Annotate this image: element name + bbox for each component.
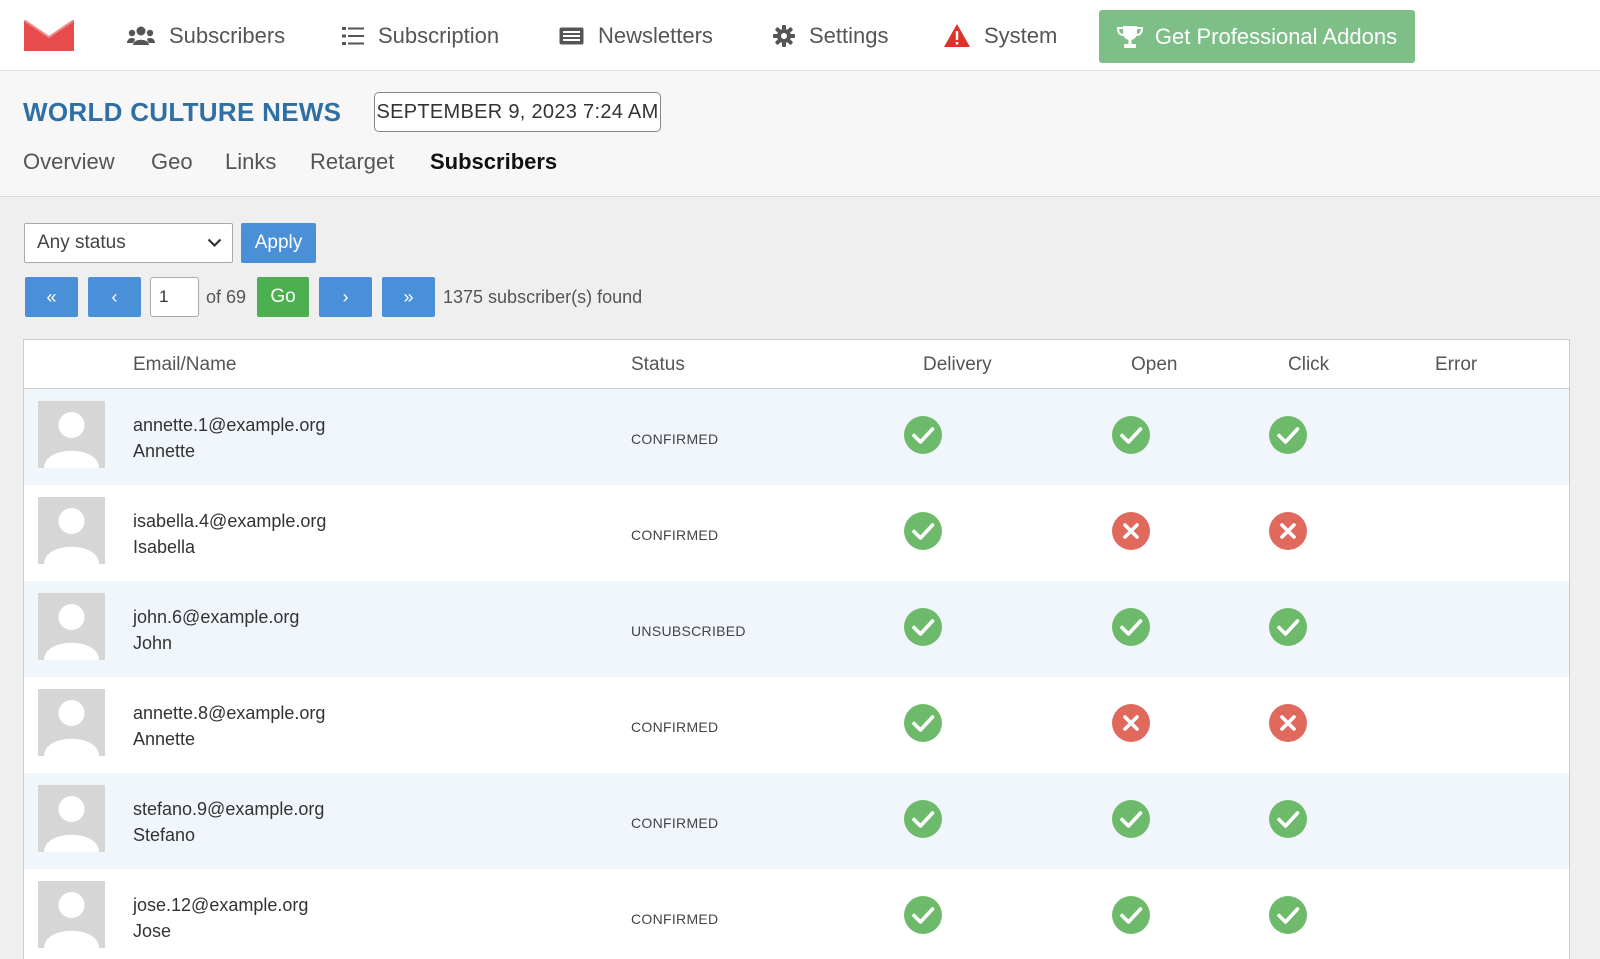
subscriber-email[interactable]: stefano.9@example.org xyxy=(133,799,324,820)
status-badge: CONFIRMED xyxy=(631,719,719,735)
column-header-delivery[interactable]: Delivery xyxy=(923,354,992,376)
gear-icon xyxy=(773,24,795,47)
tab-subscribers[interactable]: Subscribers xyxy=(430,149,557,175)
table-row[interactable]: john.6@example.org John UNSUBSCRIBED xyxy=(24,581,1569,677)
top-navigation: Subscribers Subscription Newsletters Set… xyxy=(0,0,1600,71)
nav-subscribers[interactable]: Subscribers xyxy=(127,0,285,71)
column-header-click[interactable]: Click xyxy=(1288,354,1329,376)
table-row[interactable]: stefano.9@example.org Stefano CONFIRMED xyxy=(24,773,1569,869)
avatar xyxy=(38,881,105,948)
list-icon xyxy=(342,26,364,45)
status-badge: CONFIRMED xyxy=(631,815,719,831)
open-fail-icon xyxy=(1111,703,1151,743)
avatar xyxy=(38,593,105,660)
delivery-success-icon xyxy=(903,607,943,647)
subscriber-email[interactable]: annette.1@example.org xyxy=(133,415,325,436)
users-icon xyxy=(127,26,155,45)
newsletter-header: WORLD CULTURE NEWS SEPTEMBER 9, 2023 7:2… xyxy=(0,71,1600,197)
nav-newsletters[interactable]: Newsletters xyxy=(559,0,713,71)
page-count-text: of 69 xyxy=(206,287,247,307)
avatar xyxy=(38,401,105,468)
status-badge: CONFIRMED xyxy=(631,527,719,543)
open-success-icon xyxy=(1111,799,1151,839)
tab-geo[interactable]: Geo xyxy=(151,149,193,175)
subscriber-email[interactable]: john.6@example.org xyxy=(133,607,299,628)
tab-retarget[interactable]: Retarget xyxy=(310,149,394,175)
subscriber-email[interactable]: annette.8@example.org xyxy=(133,703,325,724)
results-count: 1375 subscriber(s) found xyxy=(443,287,643,307)
delivery-success-icon xyxy=(903,895,943,935)
table-row[interactable]: isabella.4@example.org Isabella CONFIRMED xyxy=(24,485,1569,581)
prev-page-button[interactable]: ‹ xyxy=(88,277,141,317)
open-success-icon xyxy=(1111,607,1151,647)
click-success-icon xyxy=(1268,895,1308,935)
nav-settings[interactable]: Settings xyxy=(773,0,889,71)
delivery-success-icon xyxy=(903,511,943,551)
trophy-icon xyxy=(1116,25,1143,48)
addons-label: Get Professional Addons xyxy=(1154,23,1398,49)
nav-label: Newsletters xyxy=(598,22,713,48)
last-page-button[interactable]: » xyxy=(382,277,435,317)
tab-overview[interactable]: Overview xyxy=(23,149,115,175)
subscriber-name: Isabella xyxy=(133,537,196,557)
table-row[interactable]: annette.1@example.org Annette CONFIRMED xyxy=(24,389,1569,485)
chevron-down-icon xyxy=(207,238,222,248)
column-header-email[interactable]: Email/Name xyxy=(133,354,236,376)
page-number-input[interactable] xyxy=(150,277,199,317)
table-row[interactable]: jose.12@example.org Jose CONFIRMED xyxy=(24,869,1569,959)
delivery-success-icon xyxy=(903,799,943,839)
subscriber-email[interactable]: isabella.4@example.org xyxy=(133,511,326,532)
tab-links[interactable]: Links xyxy=(225,149,276,175)
nav-subscription[interactable]: Subscription xyxy=(342,0,499,71)
subscriber-name: Stefano xyxy=(133,825,196,845)
newsletter-date-badge: SEPTEMBER 9, 2023 7:24 AM xyxy=(374,92,661,132)
subscriber-name: Jose xyxy=(133,921,172,941)
newsletter-title: WORLD CULTURE NEWS xyxy=(23,97,342,127)
apply-button[interactable]: Apply xyxy=(241,223,316,263)
nav-label: System xyxy=(984,22,1058,48)
nav-label: Subscription xyxy=(378,22,500,48)
next-page-button[interactable]: › xyxy=(319,277,372,317)
first-page-button[interactable]: « xyxy=(25,277,78,317)
open-fail-icon xyxy=(1111,511,1151,551)
subscriber-name: Annette xyxy=(133,729,196,749)
delivery-success-icon xyxy=(903,703,943,743)
status-filter-select[interactable]: Any status xyxy=(24,223,233,263)
click-success-icon xyxy=(1268,799,1308,839)
status-select-value: Any status xyxy=(37,232,126,253)
delivery-success-icon xyxy=(903,415,943,455)
subscriber-email[interactable]: jose.12@example.org xyxy=(133,895,308,916)
get-addons-button[interactable]: Get Professional Addons xyxy=(1099,10,1415,63)
nav-label: Subscribers xyxy=(169,22,286,48)
click-fail-icon xyxy=(1268,511,1308,551)
column-header-status[interactable]: Status xyxy=(631,354,685,376)
mail-logo-icon[interactable] xyxy=(24,20,74,51)
column-header-error[interactable]: Error xyxy=(1435,354,1477,376)
subscribers-table: Email/Name Status Delivery Open Click Er… xyxy=(23,339,1570,959)
subscriber-name: Annette xyxy=(133,441,196,461)
column-header-open[interactable]: Open xyxy=(1131,354,1177,376)
click-fail-icon xyxy=(1268,703,1308,743)
table-body: annette.1@example.org Annette CONFIRMED isa… xyxy=(24,389,1569,959)
table-header: Email/Name Status Delivery Open Click Er… xyxy=(24,340,1569,389)
warning-icon xyxy=(944,24,970,47)
status-badge: UNSUBSCRIBED xyxy=(631,623,746,639)
avatar xyxy=(38,689,105,756)
open-success-icon xyxy=(1111,415,1151,455)
status-badge: CONFIRMED xyxy=(631,911,719,927)
avatar xyxy=(38,497,105,564)
table-row[interactable]: annette.8@example.org Annette CONFIRMED xyxy=(24,677,1569,773)
click-success-icon xyxy=(1268,415,1308,455)
open-success-icon xyxy=(1111,895,1151,935)
newspaper-icon xyxy=(559,27,584,44)
avatar xyxy=(38,785,105,852)
nav-system[interactable]: System xyxy=(944,0,1057,71)
go-button[interactable]: Go xyxy=(257,277,309,317)
subscriber-name: John xyxy=(133,633,173,653)
nav-label: Settings xyxy=(809,22,889,48)
status-badge: CONFIRMED xyxy=(631,431,719,447)
click-success-icon xyxy=(1268,607,1308,647)
